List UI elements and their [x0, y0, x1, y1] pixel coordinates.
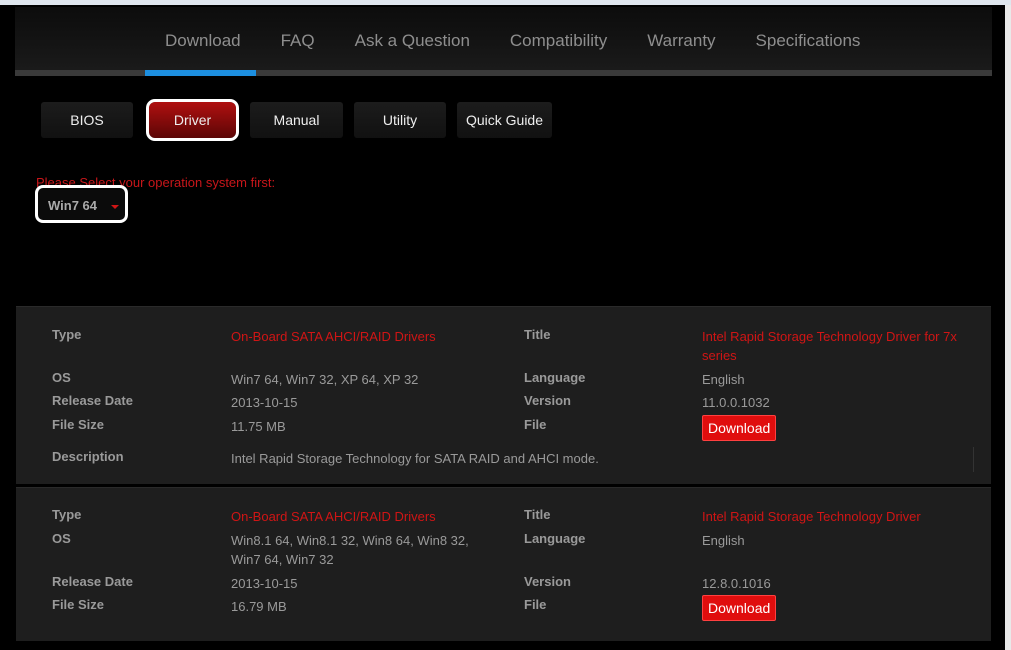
scrollbar[interactable]: [1005, 5, 1011, 650]
os-label: OS: [52, 370, 71, 385]
release-date-label: Release Date: [52, 574, 133, 589]
type-label: Type: [52, 327, 82, 342]
driver-os: Win8.1 64, Win8.1 32, Win8 64, Win8 32, …: [231, 533, 469, 567]
os-select[interactable]: Win7 64: [35, 185, 128, 223]
version-label: Version: [524, 574, 571, 589]
nav-warranty[interactable]: Warranty: [627, 7, 735, 70]
driver-language: English: [702, 372, 745, 387]
support-panel: Download FAQ Ask a Question Compatibilit…: [15, 7, 992, 650]
active-tab-indicator: [145, 70, 256, 76]
release-date-label: Release Date: [52, 393, 133, 408]
browser-top-strip: [0, 0, 1011, 5]
driver-release-date: 2013-10-15: [231, 395, 298, 410]
file-size-label: File Size: [52, 417, 105, 432]
driver-version: 12.8.0.1016: [702, 576, 771, 591]
nav-underline: [15, 70, 992, 76]
title-label: Title: [524, 507, 551, 522]
os-label: OS: [52, 531, 71, 546]
tab-quick-guide[interactable]: Quick Guide: [457, 102, 552, 138]
nav-ask-question[interactable]: Ask a Question: [335, 7, 490, 70]
nav-faq[interactable]: FAQ: [261, 7, 335, 70]
version-label: Version: [524, 393, 571, 408]
driver-release-date: 2013-10-15: [231, 576, 298, 591]
driver-version: 11.0.0.1032: [702, 395, 770, 410]
tab-bios[interactable]: BIOS: [41, 102, 133, 138]
nav-download[interactable]: Download: [145, 7, 261, 70]
driver-os: Win7 64, Win7 32, XP 64, XP 32: [231, 372, 419, 387]
divider: [973, 447, 974, 472]
file-label: File: [524, 597, 547, 612]
nav-specifications[interactable]: Specifications: [736, 7, 881, 70]
file-size-label: File Size: [52, 597, 105, 612]
os-select-value: Win7 64: [48, 198, 98, 213]
driver-title: Intel Rapid Storage Technology Driver: [702, 509, 921, 524]
title-label: Title: [524, 327, 551, 342]
file-label: File: [524, 417, 547, 432]
download-button[interactable]: Download: [702, 595, 777, 621]
type-label: Type: [52, 507, 82, 522]
chevron-down-icon: [111, 205, 119, 209]
language-label: Language: [524, 531, 586, 546]
driver-title: Intel Rapid Storage Technology Driver fo…: [702, 329, 957, 363]
description-label: Description: [52, 449, 124, 464]
driver-type: On-Board SATA AHCI/RAID Drivers: [231, 509, 436, 524]
driver-language: English: [702, 533, 745, 548]
driver-type: On-Board SATA AHCI/RAID Drivers: [231, 329, 436, 344]
language-label: Language: [524, 370, 586, 385]
driver-file-size: 11.75 MB: [231, 419, 286, 434]
download-button[interactable]: Download: [702, 415, 777, 441]
driver-card: Type On-Board SATA AHCI/RAID Drivers Title…: [16, 487, 991, 641]
driver-card: Type On-Board SATA AHCI/RAID Drivers Title…: [16, 306, 991, 484]
driver-description: Intel Rapid Storage Technology for SATA …: [231, 451, 599, 466]
tab-driver[interactable]: Driver: [146, 99, 239, 141]
driver-file-size: 16.79 MB: [231, 599, 287, 614]
tab-utility[interactable]: Utility: [354, 102, 446, 138]
nav-compatibility[interactable]: Compatibility: [490, 7, 627, 70]
tab-manual[interactable]: Manual: [250, 102, 343, 138]
main-nav: Download FAQ Ask a Question Compatibilit…: [15, 7, 992, 70]
